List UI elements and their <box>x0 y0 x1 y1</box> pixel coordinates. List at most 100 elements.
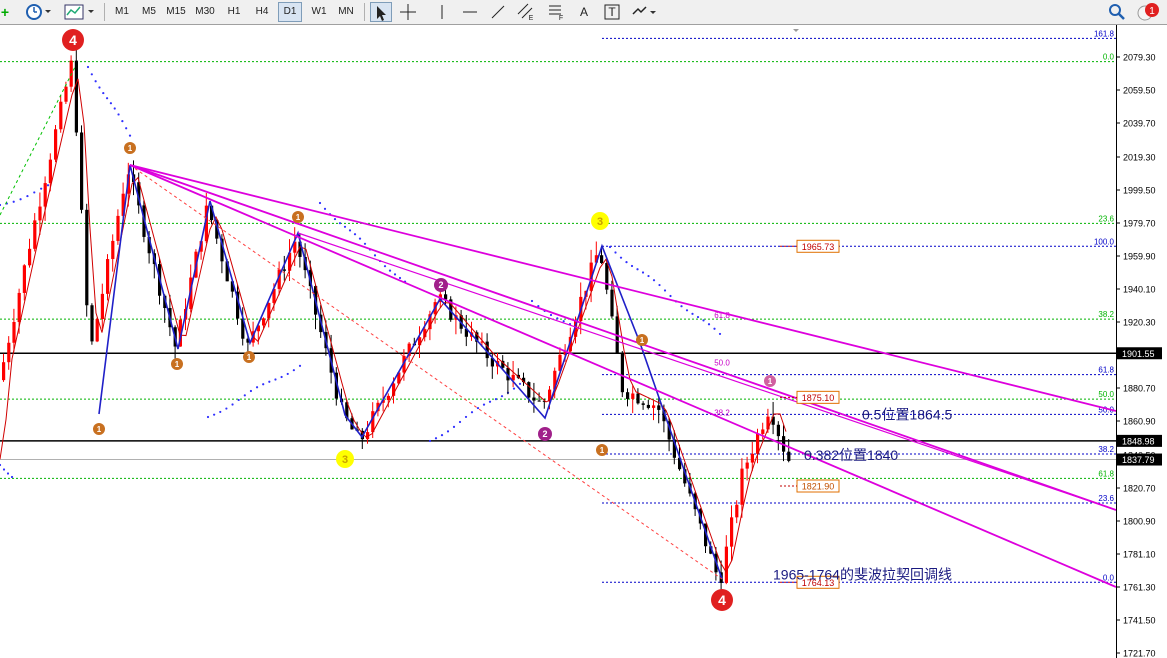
sar-dot <box>680 305 683 308</box>
new-chart-icon[interactable]: + <box>0 2 10 22</box>
sar-dot <box>358 237 362 240</box>
sar-dot <box>237 398 240 402</box>
sar-dot <box>428 439 432 443</box>
price-axis[interactable]: 2079.30 2059.50 2039.70 2019.30 1999.50 1979.… <box>1116 25 1167 658</box>
fib-level-label: 100.0 <box>1094 237 1115 246</box>
candle-body <box>33 220 37 249</box>
sar-dot <box>6 472 10 475</box>
candle-body <box>620 352 624 393</box>
wave-marker-purple: 2 <box>434 278 448 292</box>
sar-dot <box>274 378 277 381</box>
sar-dot <box>121 119 124 123</box>
candle-body <box>636 393 640 404</box>
timeframe-m15-button[interactable]: M15 <box>164 2 188 22</box>
crosshair-icon[interactable] <box>398 2 420 22</box>
candle-body <box>111 240 115 260</box>
sar-dot <box>614 251 617 254</box>
sar-dot <box>470 411 474 414</box>
candle-body <box>735 504 739 518</box>
annotation-05: 0.5位置1864.5 <box>862 406 952 422</box>
timeframe-d1-button[interactable]: D1 <box>278 2 302 22</box>
cursor-icon[interactable] <box>370 2 392 22</box>
price-label-text: 1965.73 <box>802 242 835 252</box>
sar-dot <box>262 383 265 386</box>
sar-dot <box>625 261 628 264</box>
sar-dot <box>718 332 722 336</box>
price-highlight-label: 1837.79 <box>1122 455 1155 465</box>
timeframe-h4-button[interactable]: H4 <box>250 2 274 22</box>
fib-level-label: 61.8 <box>1098 366 1114 375</box>
fib-level-label: 38.2 <box>1098 445 1114 454</box>
text-label-icon[interactable]: T <box>602 2 624 22</box>
sar-dot <box>549 313 553 317</box>
vertical-line-icon[interactable] <box>432 2 454 22</box>
fib-level-label: 23.6 <box>1098 494 1114 503</box>
sar-dot <box>2 468 6 471</box>
sar-dot <box>292 369 295 372</box>
fib-green-label: 38.2 <box>1098 310 1114 319</box>
horizontal-line-icon[interactable] <box>460 2 482 22</box>
wave-marker-yellow: 3 <box>591 212 609 230</box>
arrows-icon[interactable] <box>630 2 660 22</box>
trendline-icon[interactable] <box>488 2 510 22</box>
sar-dot <box>348 229 352 232</box>
timeframe-w1-button[interactable]: W1 <box>307 2 331 22</box>
wave-marker-number: 3 <box>342 454 348 466</box>
sar-dot <box>512 387 516 390</box>
timeframe-mn-button[interactable]: MN <box>334 2 358 22</box>
price-tick-label: 1721.70 <box>1123 649 1156 658</box>
timeframe-m1-button[interactable]: M1 <box>110 2 134 22</box>
candle-body <box>776 424 780 437</box>
price-label-text: 1821.90 <box>802 482 835 492</box>
wave-marker-number: 1 <box>640 336 645 345</box>
fib-green-label: 23.6 <box>1098 214 1114 223</box>
fibonacci-icon[interactable]: F <box>546 2 568 22</box>
wave-marker-number: 2 <box>438 280 443 290</box>
annotation-0382: 0.382位置1840 <box>804 447 898 463</box>
price-label-text: 1875.10 <box>802 393 835 403</box>
wave-marker-number: 2 <box>542 429 547 439</box>
sar-dot <box>255 386 259 389</box>
templates-icon[interactable] <box>62 2 98 22</box>
candle-body <box>54 129 58 160</box>
wave-marker-orange: 1 <box>243 351 255 363</box>
candle-body <box>106 259 110 294</box>
text-icon[interactable]: A <box>574 2 596 22</box>
sar-dot <box>94 80 97 83</box>
sar-dot <box>86 65 90 69</box>
wave-marker-yellow: 3 <box>336 450 354 468</box>
price-highlight-label: 1848.98 <box>1122 436 1155 446</box>
wave-marker-number: 1 <box>247 353 252 362</box>
candle-body <box>90 305 94 342</box>
wave-marker-number: 1 <box>128 144 133 153</box>
notification-count: 1 <box>1149 6 1155 17</box>
price-tick-label: 1781.10 <box>1123 550 1156 560</box>
sar-dot <box>353 233 357 236</box>
candle-body <box>386 395 390 401</box>
sar-dot <box>685 309 689 312</box>
price-chart[interactable]: 161.8100.061.850.038.223.60.00.023.638.2… <box>0 25 1167 658</box>
candle-body <box>48 159 52 184</box>
timeframe-h1-button[interactable]: H1 <box>222 2 246 22</box>
svg-text:T: T <box>608 5 616 19</box>
sar-dot <box>636 268 639 271</box>
sar-dot <box>12 200 15 203</box>
candle-body <box>626 392 630 399</box>
sar-dot <box>440 434 444 437</box>
sar-dot <box>90 73 93 76</box>
candle-body <box>100 293 104 319</box>
timeframe-m30-button[interactable]: M30 <box>193 2 217 22</box>
notifications-icon[interactable]: 1 <box>1134 2 1162 22</box>
search-icon[interactable] <box>1107 2 1127 22</box>
price-tick-label: 1979.70 <box>1123 219 1156 229</box>
fib-level-label: 161.8 <box>1094 29 1115 38</box>
wave-marker-number: 3 <box>597 216 603 228</box>
candle-body <box>80 132 84 210</box>
price-tick-label: 1920.30 <box>1123 318 1156 328</box>
sar-dot <box>458 420 462 424</box>
sar-dot <box>33 191 36 194</box>
periodicity-icon[interactable] <box>24 2 54 22</box>
fib-green-label: 0.0 <box>1103 53 1115 62</box>
equidistant-channel-icon[interactable]: E <box>516 2 538 22</box>
timeframe-m5-button[interactable]: M5 <box>137 2 161 22</box>
